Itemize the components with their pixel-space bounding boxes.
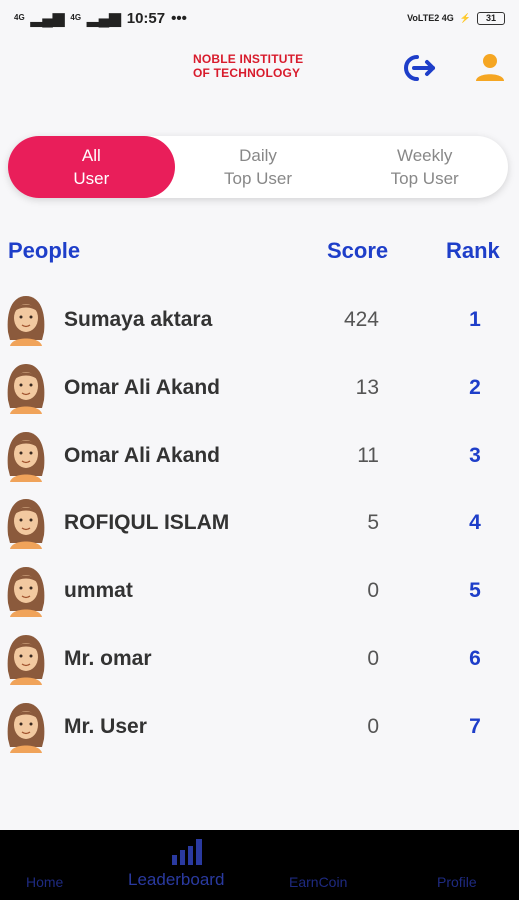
logout-icon — [404, 55, 435, 81]
leaderboard-list: Sumaya aktara 424 1 Omar Ali Akand 13 2 … — [0, 286, 519, 761]
user-score: 0 — [367, 646, 379, 670]
avatar — [6, 702, 46, 753]
avatar — [6, 295, 46, 346]
user-rank: 7 — [469, 714, 481, 738]
user-name: Sumaya aktara — [64, 308, 213, 331]
list-item[interactable]: ummat 0 5 — [0, 557, 519, 625]
user-score: 11 — [357, 443, 379, 467]
user-name: ummat — [64, 579, 133, 603]
avatar — [6, 498, 46, 550]
filter-tabs: All User Daily Top User Weekly Top User — [8, 136, 508, 198]
status-dots: ••• — [171, 9, 187, 27]
user-score: 0 — [367, 714, 379, 738]
nav-profile[interactable]: Profile — [437, 874, 477, 890]
app-header: NOBLE INSTITUTE OF TECHNOLOGY — [0, 40, 519, 100]
status-left: 4G ▂▄▆ 4G ▂▄▆ 10:57 ••• — [14, 9, 187, 28]
user-rank: 2 — [469, 375, 481, 399]
user-name: Omar Ali Akand — [64, 375, 220, 399]
list-item[interactable]: ROFIQUL ISLAM 5 4 — [0, 489, 519, 557]
user-rank: 6 — [469, 646, 481, 670]
user-score: 13 — [355, 375, 379, 399]
battery-indicator: 31 — [477, 11, 505, 25]
avatar — [6, 634, 46, 685]
list-item[interactable]: Sumaya aktara 424 1 — [0, 286, 519, 354]
tab-weekly-top-user[interactable]: Weekly Top User — [341, 136, 508, 198]
logout-button[interactable] — [402, 52, 438, 84]
network-indicator: VoLTE2 4G — [407, 13, 454, 23]
nav-leaderboard[interactable]: Leaderboard — [128, 870, 224, 890]
status-bar: 4G ▂▄▆ 4G ▂▄▆ 10:57 ••• VoLTE2 4G ⚡ 31 — [0, 0, 519, 36]
user-rank: 4 — [469, 511, 481, 535]
brand-logo: NOBLE INSTITUTE OF TECHNOLOGY — [193, 52, 303, 80]
user-name: Omar Ali Akand — [64, 443, 220, 467]
signal-indicator-2: 4G — [70, 13, 82, 22]
avatar — [6, 566, 46, 618]
signal-indicator-1: 4G — [14, 13, 25, 22]
user-rank: 1 — [469, 308, 481, 331]
brand-line-2: OF TECHNOLOGY — [193, 66, 301, 80]
user-score: 5 — [367, 511, 379, 535]
nav-earncoin[interactable]: EarnCoin — [289, 874, 347, 890]
signal-bars-icon: ▂▄▆ — [30, 10, 65, 27]
user-name: Mr. omar — [64, 646, 152, 670]
profile-button[interactable] — [470, 50, 510, 84]
user-name: ROFIQUL ISLAM — [64, 511, 230, 535]
column-header-rank: Rank — [446, 238, 500, 263]
nav-home[interactable]: Home — [26, 874, 63, 890]
user-score: 0 — [367, 579, 379, 603]
tab-all-user[interactable]: All User — [8, 136, 175, 198]
user-icon — [476, 54, 504, 81]
brand-line-1: NOBLE INSTITUTE — [193, 52, 304, 66]
user-score: 424 — [343, 308, 379, 331]
user-name: Mr. User — [64, 714, 147, 738]
list-item[interactable]: Omar Ali Akand 13 2 — [0, 354, 519, 422]
avatar — [6, 363, 46, 414]
user-rank: 3 — [469, 443, 481, 467]
avatar — [6, 430, 46, 482]
tab-daily-top-user[interactable]: Daily Top User — [175, 136, 342, 198]
status-right: VoLTE2 4G ⚡ 31 — [407, 11, 505, 25]
signal-bars-icon-2: ▂▄▆ — [87, 10, 121, 27]
list-item[interactable]: Mr. omar 0 6 — [0, 625, 519, 693]
list-item[interactable]: Mr. User 0 7 — [0, 693, 519, 761]
user-rank: 5 — [469, 579, 481, 603]
column-header-score: Score — [327, 238, 389, 263]
status-time: 10:57 — [126, 9, 166, 27]
column-header-people: People — [8, 238, 81, 263]
leaderboard-icon — [172, 839, 202, 865]
bottom-nav: Home Leaderboard EarnCoin Profile — [0, 830, 519, 900]
charging-icon: ⚡ — [459, 12, 471, 23]
list-item[interactable]: Omar Ali Akand 11 3 — [0, 422, 519, 490]
